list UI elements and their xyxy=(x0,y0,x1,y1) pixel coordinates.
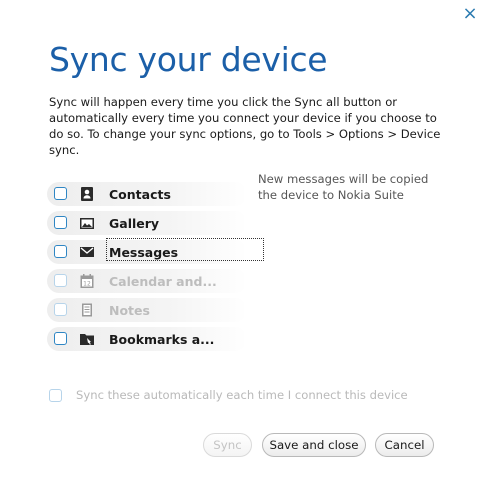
list-item-calendar[interactable]: 12 Calendar and... xyxy=(47,267,252,296)
gallery-label: Gallery xyxy=(109,216,160,231)
page-title: Sync your device xyxy=(49,40,328,79)
bookmarks-label: Bookmarks a... xyxy=(109,332,215,347)
list-item-messages[interactable]: Messages xyxy=(47,238,264,267)
sync-content-list: Contacts Gallery Messages 12 Calendar an… xyxy=(47,180,264,354)
list-item-gallery[interactable]: Gallery xyxy=(47,209,252,238)
contacts-icon xyxy=(81,187,93,201)
contacts-checkbox[interactable] xyxy=(54,187,67,200)
svg-text:12: 12 xyxy=(83,281,91,288)
gallery-checkbox[interactable] xyxy=(54,216,67,229)
notes-checkbox[interactable] xyxy=(54,303,67,316)
focus-rectangle xyxy=(106,238,264,261)
list-item-notes[interactable]: Notes xyxy=(47,296,252,325)
auto-sync-checkbox[interactable] xyxy=(49,389,62,402)
cancel-button[interactable]: Cancel xyxy=(375,433,434,457)
list-item-bookmarks[interactable]: Bookmarks a... xyxy=(47,325,252,354)
notes-icon xyxy=(82,303,92,317)
calendar-checkbox[interactable] xyxy=(54,274,67,287)
bookmarks-icon xyxy=(80,334,94,345)
messages-icon xyxy=(80,247,94,257)
close-icon[interactable]: × xyxy=(461,5,479,23)
auto-sync-label: Sync these automatically each time I con… xyxy=(76,388,408,402)
description-text: Sync will happen every time you click th… xyxy=(49,95,441,157)
calendar-label: Calendar and... xyxy=(109,274,217,289)
bookmarks-checkbox[interactable] xyxy=(54,332,67,345)
list-item-contacts[interactable]: Contacts xyxy=(47,180,252,209)
calendar-icon: 12 xyxy=(80,274,94,288)
sync-button[interactable]: Sync xyxy=(203,433,252,457)
item-description-tooltip: New messages will be copied the device t… xyxy=(258,172,429,202)
gallery-icon xyxy=(80,218,94,229)
messages-checkbox[interactable] xyxy=(54,245,67,258)
contacts-label: Contacts xyxy=(109,187,171,202)
save-and-close-button[interactable]: Save and close xyxy=(262,433,366,457)
notes-label: Notes xyxy=(109,303,150,318)
